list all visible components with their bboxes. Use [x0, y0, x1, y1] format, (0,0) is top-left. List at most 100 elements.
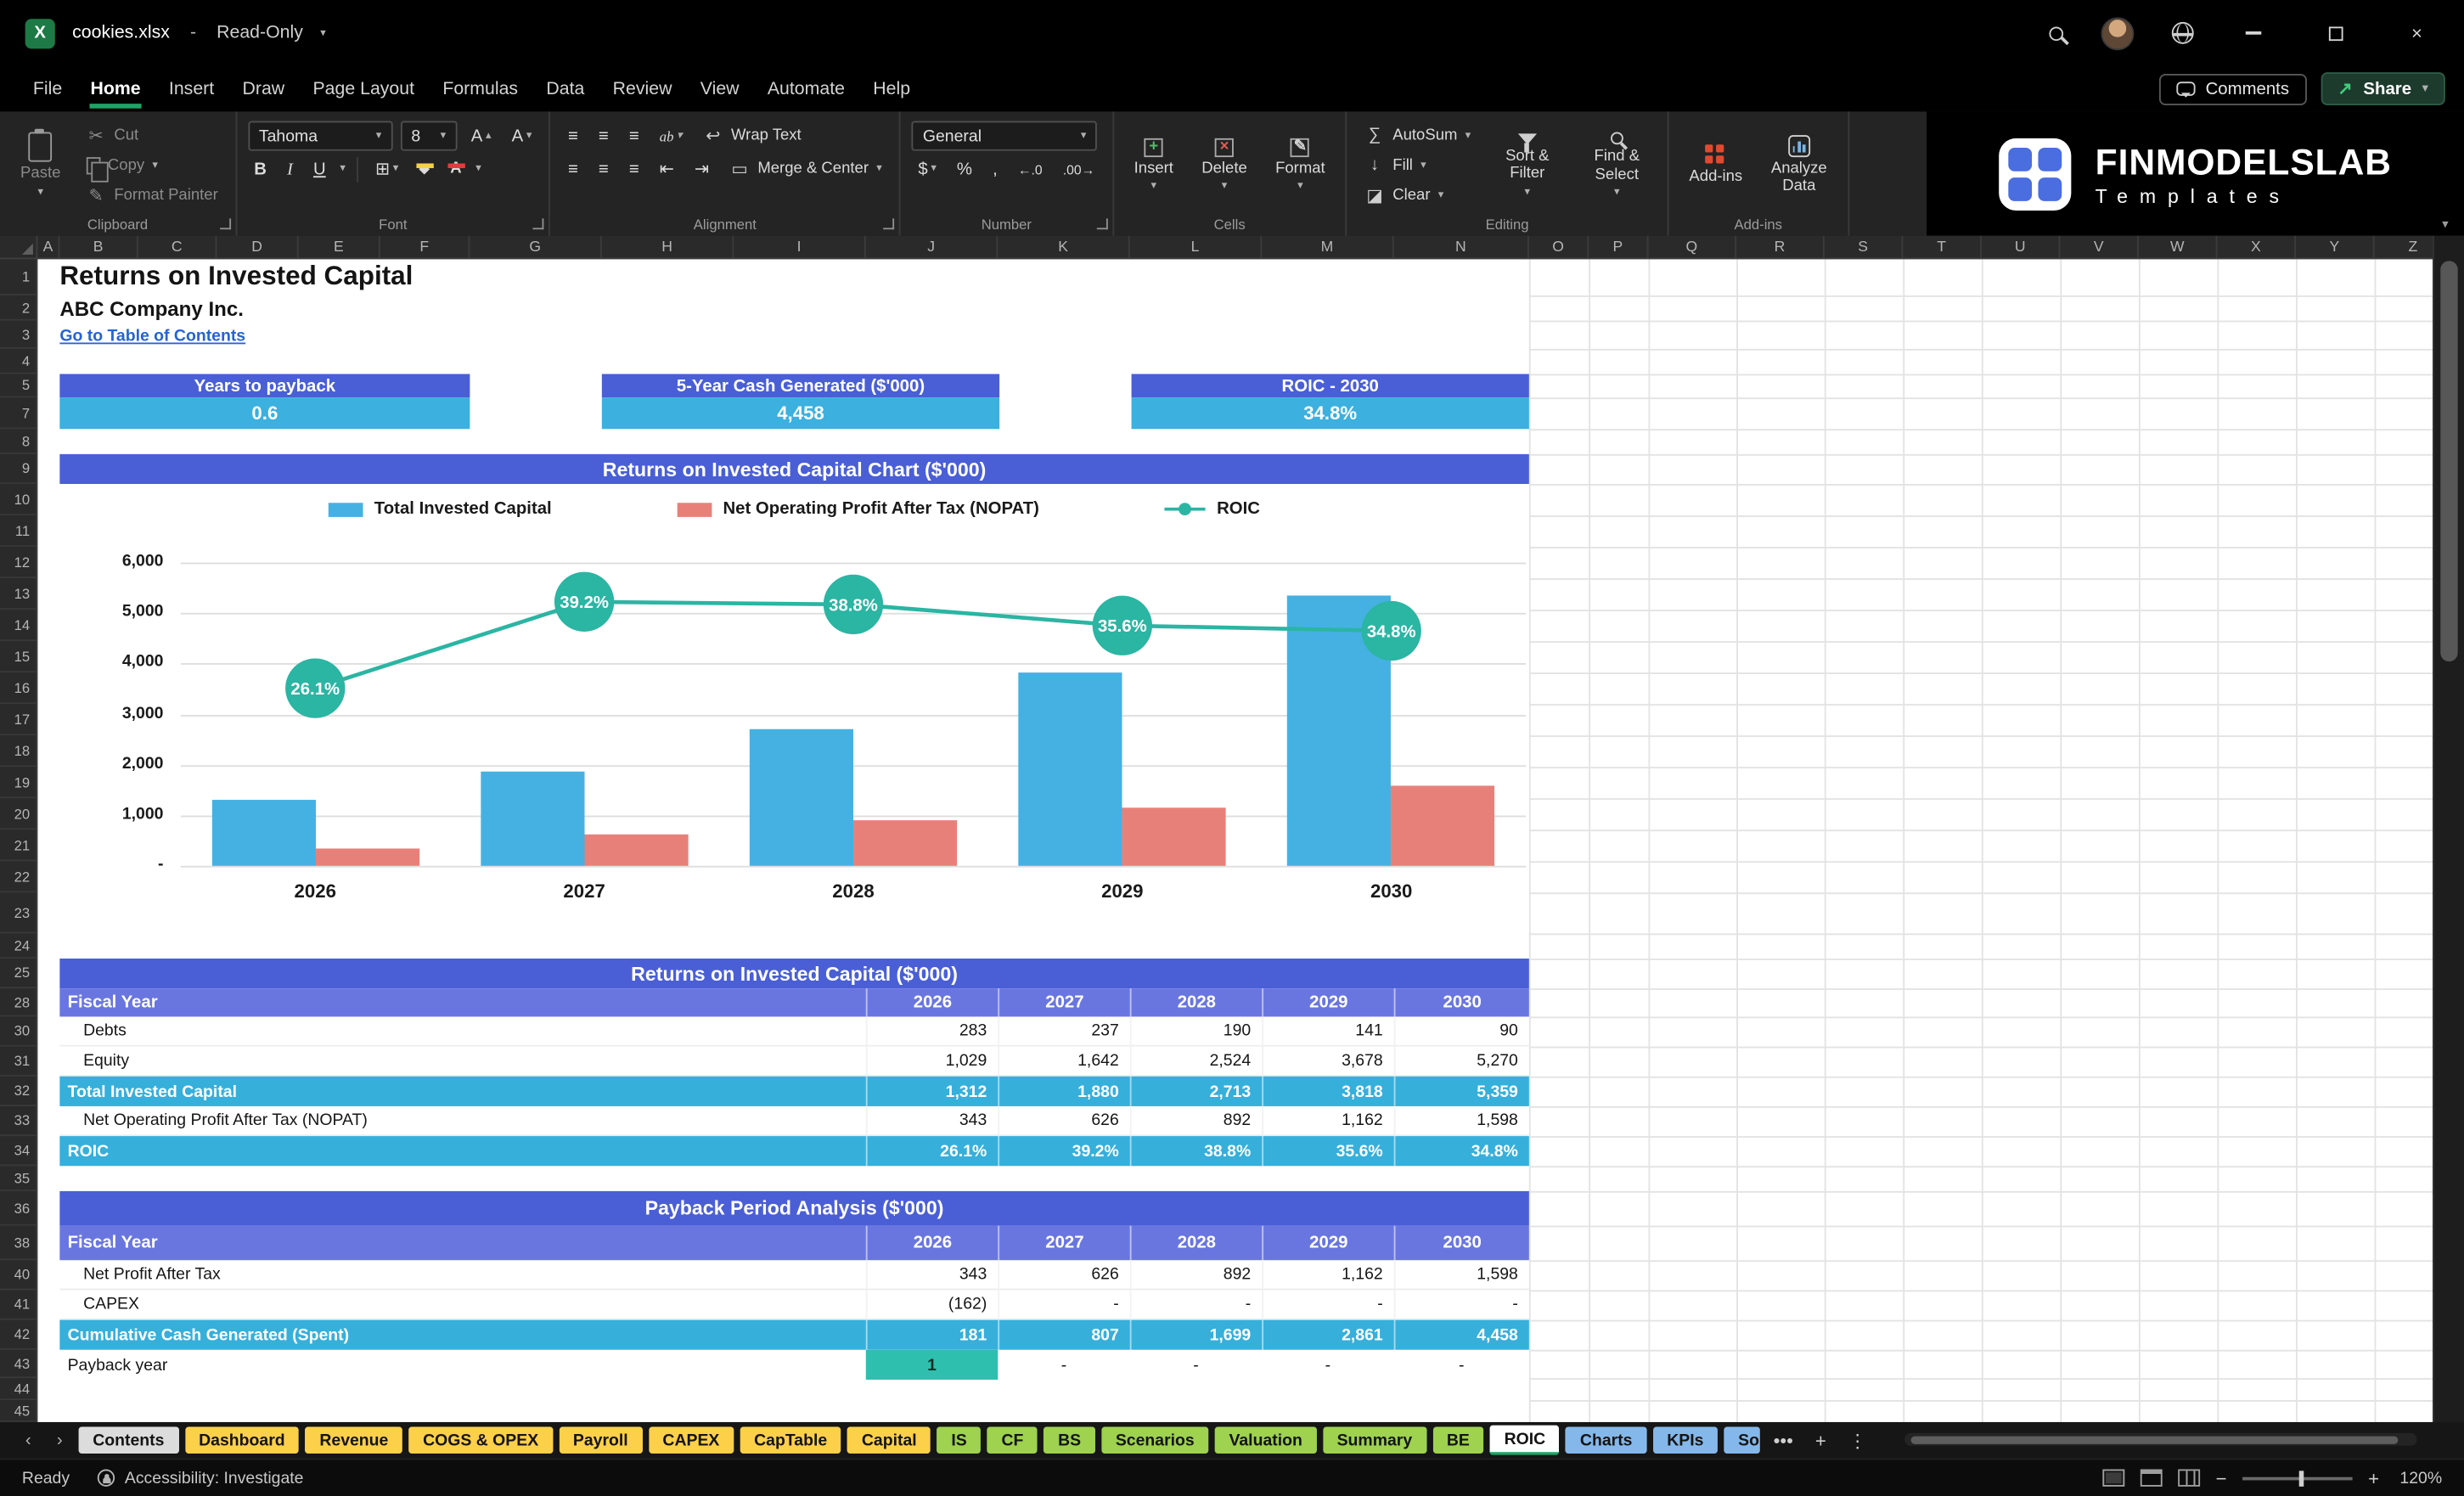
sheet-tab-be[interactable]: BE — [1432, 1426, 1484, 1454]
row-header-3[interactable]: 3 — [0, 321, 37, 349]
add-sheet-button[interactable]: + — [1808, 1429, 1834, 1451]
menu-insert[interactable]: Insert — [155, 70, 228, 107]
file-name[interactable]: cookies.xlsx — [72, 24, 170, 42]
menu-data[interactable]: Data — [532, 70, 599, 107]
chevron-down-icon[interactable]: ▾ — [320, 27, 326, 38]
cell[interactable]: - — [1262, 1350, 1393, 1380]
cell[interactable]: 35.6% — [1262, 1136, 1393, 1167]
font-name-combo[interactable]: Tahoma ▾ — [247, 121, 393, 151]
sheet-tab-kpis[interactable]: KPIs — [1652, 1426, 1719, 1454]
more-sheets-icon[interactable]: ••• — [1765, 1429, 1801, 1451]
menu-formulas[interactable]: Formulas — [429, 70, 532, 107]
column-header-m[interactable]: M — [1262, 235, 1394, 258]
borders-button[interactable]: ⊞ ▾ — [369, 159, 405, 179]
bar-net-operating-profit-after-tax-nopat[interactable] — [584, 834, 689, 866]
increase-decimal-button[interactable]: ←.0 — [1011, 161, 1049, 177]
column-header-i[interactable]: I — [734, 235, 866, 258]
row-header-30[interactable]: 30 — [0, 1016, 37, 1047]
cell[interactable]: 626 — [998, 1260, 1129, 1289]
row-header-7[interactable]: 7 — [0, 397, 37, 430]
column-header-w[interactable]: W — [2139, 235, 2218, 258]
row-header-10[interactable]: 10 — [0, 484, 37, 516]
select-all-corner[interactable] — [0, 235, 38, 260]
decrease-font-button[interactable]: A ▾ — [505, 127, 538, 145]
row-header-22[interactable]: 22 — [0, 861, 37, 893]
tab-scroll-right-icon[interactable]: › — [48, 1431, 73, 1449]
menu-home[interactable]: Home — [76, 70, 155, 108]
dialog-launcher-icon[interactable] — [533, 218, 545, 230]
row-header-38[interactable]: 38 — [0, 1226, 37, 1261]
search-icon[interactable] — [2049, 25, 2064, 41]
cell[interactable]: - — [1129, 1290, 1262, 1319]
column-header-l[interactable]: L — [1130, 235, 1263, 258]
column-header-s[interactable]: S — [1825, 235, 1904, 258]
paste-button[interactable]: Paste ▾ — [11, 120, 70, 211]
cell[interactable]: 807 — [998, 1319, 1129, 1350]
zoom-slider-thumb[interactable] — [2298, 1470, 2304, 1486]
minimize-button[interactable] — [2231, 14, 2276, 52]
bar-net-operating-profit-after-tax-nopat[interactable] — [1391, 785, 1495, 866]
row-header-8[interactable]: 8 — [0, 429, 37, 454]
column-header-h[interactable]: H — [602, 235, 734, 258]
cell[interactable]: - — [1130, 1350, 1262, 1380]
cell[interactable]: - — [1393, 1290, 1529, 1319]
sheet-tab-charts[interactable]: Charts — [1566, 1426, 1647, 1454]
column-header-j[interactable]: J — [866, 235, 999, 258]
sheet-tab-so[interactable]: So — [1724, 1426, 1759, 1454]
cell[interactable]: 892 — [1129, 1260, 1262, 1289]
cell[interactable]: 141 — [1262, 1016, 1393, 1045]
sheet-tab-roic[interactable]: ROIC — [1489, 1425, 1560, 1455]
cell[interactable]: 2,861 — [1262, 1319, 1393, 1350]
menu-file[interactable]: File — [19, 70, 76, 107]
column-header-k[interactable]: K — [998, 235, 1130, 258]
cell[interactable]: 1,162 — [1262, 1105, 1393, 1135]
table-of-contents-link[interactable]: Go to Table of Contents — [59, 327, 245, 346]
row-header-42[interactable]: 42 — [0, 1320, 37, 1350]
cell[interactable]: 5,359 — [1393, 1076, 1529, 1106]
cell[interactable]: 5,270 — [1393, 1046, 1529, 1075]
cut-button[interactable]: ✂ Cut — [80, 121, 225, 150]
column-header-n[interactable]: N — [1394, 235, 1529, 258]
zoom-level[interactable]: 120% — [2395, 1469, 2442, 1488]
row-header-36[interactable]: 36 — [0, 1191, 37, 1226]
cell[interactable]: 1,880 — [998, 1076, 1129, 1106]
accessibility-status[interactable]: Accessibility: Investigate — [98, 1469, 304, 1488]
cell[interactable]: 1,312 — [865, 1076, 998, 1106]
format-cells-button[interactable]: ✎ Format ▾ — [1266, 120, 1335, 211]
row-header-19[interactable]: 19 — [0, 767, 37, 799]
increase-font-button[interactable]: A ▴ — [464, 127, 498, 145]
bar-total-invested-capital[interactable] — [211, 799, 316, 866]
row-header-43[interactable]: 43 — [0, 1350, 37, 1379]
tab-options-icon[interactable]: ⋮ — [1841, 1429, 1876, 1451]
column-header-d[interactable]: D — [217, 235, 299, 258]
sheet-cells[interactable]: Returns on Invested Capital ABC Company … — [37, 259, 2433, 1422]
row-header-21[interactable]: 21 — [0, 830, 37, 862]
row-header-16[interactable]: 16 — [0, 672, 37, 705]
column-header-b[interactable]: B — [59, 235, 138, 258]
dialog-launcher-icon[interactable] — [1096, 218, 1108, 230]
delete-cells-button[interactable]: × Delete ▾ — [1192, 120, 1257, 211]
bar-net-operating-profit-after-tax-nopat[interactable] — [852, 820, 958, 866]
underline-button[interactable]: U — [307, 160, 333, 178]
row-header-13[interactable]: 13 — [0, 578, 37, 610]
row-header-35[interactable]: 35 — [0, 1166, 37, 1191]
cell[interactable]: 4,458 — [1393, 1319, 1529, 1350]
font-size-combo[interactable]: 8 ▾ — [400, 121, 458, 151]
page-layout-view-button[interactable] — [2140, 1469, 2163, 1487]
cell[interactable]: 892 — [1129, 1105, 1262, 1135]
currency-button[interactable]: $ ▾ — [912, 160, 942, 178]
increase-indent-button[interactable]: ⇥ — [689, 159, 716, 179]
menu-review[interactable]: Review — [599, 70, 686, 107]
row-header-25[interactable]: 25 — [0, 959, 37, 989]
row-header-28[interactable]: 28 — [0, 988, 37, 1017]
menu-view[interactable]: View — [686, 70, 753, 107]
cell[interactable]: 190 — [1129, 1016, 1262, 1045]
cell[interactable]: 1 — [865, 1349, 999, 1381]
row-header-33[interactable]: 33 — [0, 1106, 37, 1137]
bar-net-operating-profit-after-tax-nopat[interactable] — [315, 848, 419, 866]
align-middle-button[interactable]: ≡ — [592, 127, 615, 145]
column-header-v[interactable]: V — [2060, 235, 2139, 258]
row-header-41[interactable]: 41 — [0, 1291, 37, 1320]
cell[interactable]: 26.1% — [865, 1136, 998, 1167]
find-select-button[interactable]: Find & Select ▾ — [1578, 120, 1657, 211]
